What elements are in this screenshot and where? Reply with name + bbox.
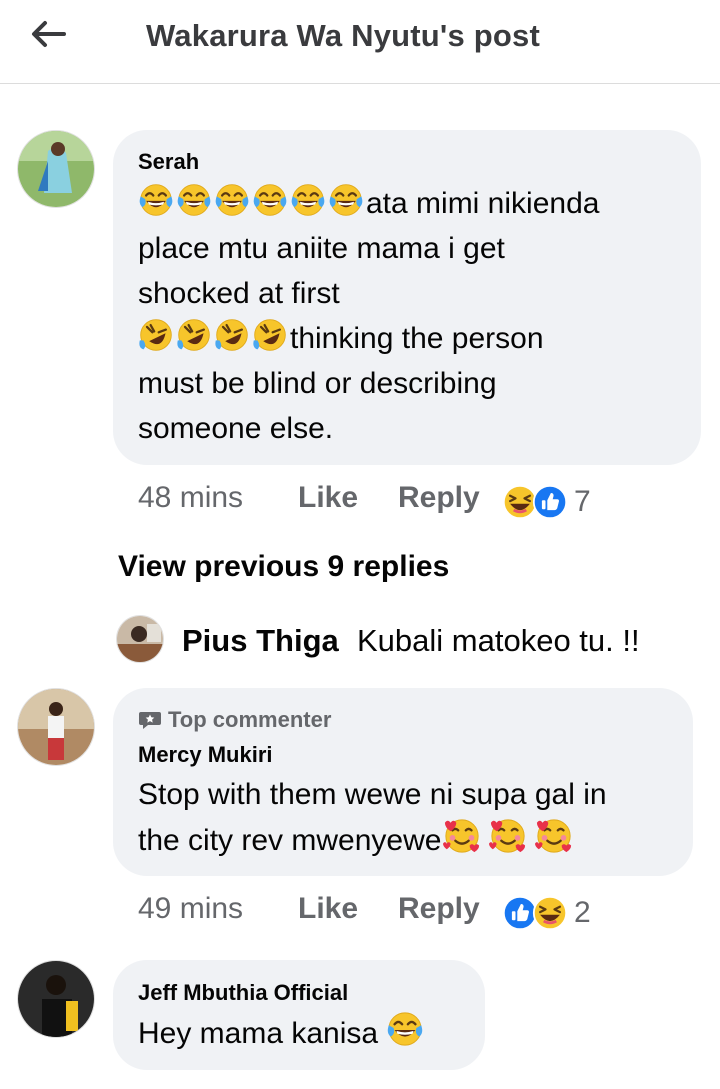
tears-of-joy-icon: [290, 182, 326, 218]
comment-author[interactable]: Mercy Mukiri: [138, 742, 273, 768]
reply-text: Kubali matokeo tu. !!: [357, 623, 640, 658]
reaction-count: 2: [574, 896, 591, 929]
top-bar: Wakarura Wa Nyutu's post: [0, 0, 720, 84]
avatar[interactable]: [17, 688, 95, 766]
comment-line: Hey mama kanisa: [138, 1010, 426, 1055]
reaction-count: 7: [574, 485, 591, 518]
comment-text: Hey mama kanisa: [138, 1010, 426, 1055]
comment-line: the city rev mwenyewe: [138, 817, 607, 862]
smiling-face-with-hearts-icon: [443, 817, 481, 855]
comment-actions: 49 mins Like Reply 2: [138, 892, 698, 932]
reply-author[interactable]: Pius Thiga: [182, 623, 339, 659]
rofl-icon: [176, 317, 212, 353]
smiling-face-with-hearts-icon: [535, 817, 573, 855]
comment-line: thinking the person: [138, 316, 599, 361]
back-button[interactable]: [22, 14, 74, 54]
divider: [40, 82, 230, 90]
reaction-summary[interactable]: 2: [502, 895, 591, 931]
comment-timestamp[interactable]: 49 mins: [138, 892, 243, 926]
tears-of-joy-icon: [386, 1010, 424, 1048]
reply-button[interactable]: Reply: [398, 892, 480, 926]
tears-of-joy-icon: [176, 182, 212, 218]
like-icon: [532, 484, 568, 520]
comment-actions: 48 mins Like Reply 7: [138, 481, 698, 521]
avatar[interactable]: [116, 615, 164, 663]
comment-line: someone else.: [138, 412, 334, 445]
comment-author[interactable]: Jeff Mbuthia Official: [138, 980, 348, 1006]
tears-of-joy-icon: [328, 182, 364, 218]
rofl-icon: [252, 317, 288, 353]
badge-icon: [139, 712, 161, 729]
reaction-summary[interactable]: 7: [502, 484, 591, 520]
comment-text: Stop with them wewe ni supa gal in the c…: [138, 772, 607, 862]
tears-of-joy-icon: [214, 182, 250, 218]
top-commenter-badge: Top commenter: [138, 707, 331, 733]
avatar[interactable]: [17, 960, 95, 1038]
page-title: Wakarura Wa Nyutu's post: [146, 18, 540, 53]
badge-label: Top commenter: [168, 707, 332, 732]
view-previous-replies[interactable]: View previous 9 replies: [118, 550, 449, 584]
comment-line: ata mimi nikienda: [138, 181, 599, 226]
comment-text: ata mimi nikienda place mtu aniite mama …: [138, 181, 599, 451]
comment-author[interactable]: Serah: [138, 149, 199, 175]
comment-line: Stop with them wewe ni supa gal in: [138, 778, 607, 811]
tears-of-joy-icon: [252, 182, 288, 218]
back-arrow-icon: [32, 21, 66, 47]
like-button[interactable]: Like: [298, 481, 358, 515]
comment-line: place mtu aniite mama i get: [138, 232, 505, 265]
like-button[interactable]: Like: [298, 892, 358, 926]
avatar[interactable]: [17, 130, 95, 208]
smiling-face-with-hearts-icon: [489, 817, 527, 855]
tears-of-joy-icon: [138, 182, 174, 218]
comment-line: shocked at first: [138, 277, 340, 310]
rofl-icon: [214, 317, 250, 353]
haha-icon: [532, 895, 568, 931]
comment-line: must be blind or describing: [138, 367, 497, 400]
rofl-icon: [138, 317, 174, 353]
comment-timestamp[interactable]: 48 mins: [138, 481, 243, 515]
reply-button[interactable]: Reply: [398, 481, 480, 515]
